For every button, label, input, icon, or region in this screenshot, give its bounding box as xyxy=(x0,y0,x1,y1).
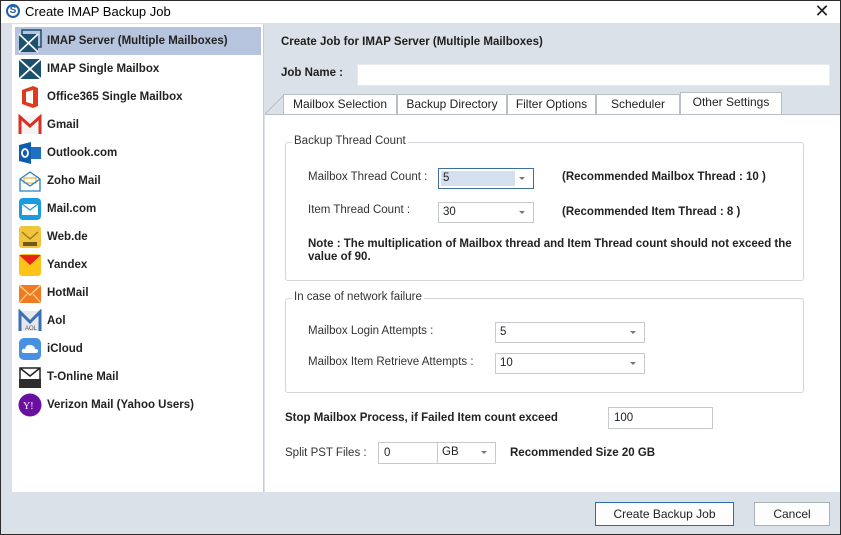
source-item-label: Office365 Single Mailbox xyxy=(47,91,183,103)
split-pst-recommendation: Recommended Size 20 GB xyxy=(510,447,656,459)
job-name-input[interactable] xyxy=(357,64,830,86)
source-item-label: Outlook.com xyxy=(47,147,118,159)
job-name-label: Job Name : xyxy=(281,67,343,79)
tab-bar: Mailbox Selection Backup Directory Filte… xyxy=(265,92,840,114)
source-list: IMAP Server (Multiple Mailboxes) IMAP Si… xyxy=(12,24,264,492)
mailbox-thread-label: Mailbox Thread Count : xyxy=(308,171,428,183)
source-item-label: IMAP Server (Multiple Mailboxes) xyxy=(47,35,228,47)
mail-com-icon xyxy=(18,197,42,221)
tab-mailbox-selection[interactable]: Mailbox Selection xyxy=(283,94,397,114)
split-pst-unit-value: GB xyxy=(442,446,459,458)
tab-other-settings[interactable]: Other Settings xyxy=(680,92,782,114)
group-legend: In case of network failure xyxy=(292,291,424,303)
chevron-down-icon xyxy=(519,177,525,180)
source-item-label: Aol xyxy=(47,315,66,327)
window-title: Create IMAP Backup Job xyxy=(25,4,171,19)
verizon-yahoo-icon: Y! xyxy=(18,393,42,417)
source-item-t-online[interactable]: T-Online Mail xyxy=(15,363,261,391)
retrieve-attempts-label: Mailbox Item Retrieve Attempts : xyxy=(308,356,474,368)
split-pst-label: Split PST Files : xyxy=(285,447,367,459)
source-item-label: T-Online Mail xyxy=(47,371,119,383)
source-item-aol[interactable]: AOL Aol xyxy=(15,307,261,335)
source-item-label: HotMail xyxy=(47,287,89,299)
selection-highlight xyxy=(441,171,515,186)
thread-note-line2: value of 90. xyxy=(308,251,371,263)
zoho-mail-icon xyxy=(18,169,42,193)
source-item-label: IMAP Single Mailbox xyxy=(47,63,160,75)
job-settings-panel: Create Job for IMAP Server (Multiple Mai… xyxy=(265,24,840,492)
source-item-label: Gmail xyxy=(47,119,79,131)
chevron-down-icon xyxy=(630,362,636,365)
web-de-icon xyxy=(18,225,42,249)
source-item-zoho[interactable]: Zoho Mail xyxy=(15,167,261,195)
chevron-down-icon xyxy=(630,331,636,334)
svg-text:Y!: Y! xyxy=(23,401,34,412)
source-item-icloud[interactable]: iCloud xyxy=(15,335,261,363)
other-settings-panel: Backup Thread Count Mailbox Thread Count… xyxy=(265,114,840,492)
chevron-down-icon xyxy=(519,211,525,214)
source-item-gmail[interactable]: Gmail xyxy=(15,111,261,139)
chevron-down-icon xyxy=(481,451,487,454)
split-pst-size-input[interactable] xyxy=(378,442,438,464)
login-attempts-select[interactable]: 5 xyxy=(495,322,645,343)
source-item-web-de[interactable]: Web.de xyxy=(15,223,261,251)
source-item-office365[interactable]: Office365 Single Mailbox xyxy=(15,83,261,111)
login-attempts-label: Mailbox Login Attempts : xyxy=(308,325,434,337)
source-item-outlook[interactable]: Outlook.com xyxy=(15,139,261,167)
thread-note-line1: Note : The multiplication of Mailbox thr… xyxy=(308,238,792,250)
source-item-label: Zoho Mail xyxy=(47,175,101,187)
group-legend: Backup Thread Count xyxy=(292,135,408,147)
item-thread-label: Item Thread Count : xyxy=(308,204,411,216)
source-item-yandex[interactable]: Yandex xyxy=(15,251,261,279)
mailbox-thread-select[interactable]: 5 xyxy=(438,168,534,189)
tab-backup-directory[interactable]: Backup Directory xyxy=(397,94,507,114)
hotmail-icon xyxy=(18,281,42,305)
office365-icon xyxy=(18,85,42,109)
panel-title: Create Job for IMAP Server (Multiple Mai… xyxy=(281,36,543,48)
tab-filter-options[interactable]: Filter Options xyxy=(507,94,596,114)
t-online-icon xyxy=(18,365,42,389)
gmail-icon xyxy=(18,113,42,137)
source-item-label: Yandex xyxy=(47,259,88,271)
aol-icon: AOL xyxy=(18,309,42,333)
source-item-label: Mail.com xyxy=(47,203,97,215)
yandex-icon xyxy=(18,253,42,277)
source-item-label: Web.de xyxy=(47,231,88,243)
retrieve-attempts-select[interactable]: 10 xyxy=(495,353,645,374)
svg-text:AOL: AOL xyxy=(25,326,38,332)
create-backup-job-button[interactable]: Create Backup Job xyxy=(595,502,734,526)
mailbox-thread-value: 5 xyxy=(443,172,450,184)
close-button[interactable]: ✕ xyxy=(810,1,834,23)
source-item-imap-multiple[interactable]: IMAP Server (Multiple Mailboxes) xyxy=(15,27,261,55)
backup-thread-count-group: Backup Thread Count Mailbox Thread Count… xyxy=(285,135,804,281)
item-thread-select[interactable]: 30 xyxy=(438,202,534,223)
retrieve-attempts-value: 10 xyxy=(500,357,513,369)
app-logo-icon: S xyxy=(6,4,20,18)
source-item-label: Verizon Mail (Yahoo Users) xyxy=(47,399,194,411)
icloud-icon xyxy=(18,337,42,361)
split-pst-unit-select[interactable]: GB xyxy=(437,442,496,464)
source-item-imap-single[interactable]: IMAP Single Mailbox xyxy=(15,55,261,83)
imap-multiple-icon xyxy=(18,29,42,53)
outlook-icon xyxy=(18,141,42,165)
create-imap-backup-job-window: S Create IMAP Backup Job ✕ IMAP Server (… xyxy=(0,0,841,535)
login-attempts-value: 5 xyxy=(500,326,507,338)
source-item-label: iCloud xyxy=(47,343,83,355)
stop-process-label: Stop Mailbox Process, if Failed Item cou… xyxy=(285,412,558,424)
item-thread-recommendation: (Recommended Item Thread : 8 ) xyxy=(562,206,741,218)
source-item-verizon-yahoo[interactable]: Y! Verizon Mail (Yahoo Users) xyxy=(15,391,261,419)
source-item-mail-com[interactable]: Mail.com xyxy=(15,195,261,223)
title-bar: S Create IMAP Backup Job ✕ xyxy=(1,1,840,23)
tab-scheduler[interactable]: Scheduler xyxy=(596,94,680,114)
failed-item-limit-input[interactable] xyxy=(608,407,713,429)
network-failure-group: In case of network failure Mailbox Login… xyxy=(285,291,804,393)
cancel-button[interactable]: Cancel xyxy=(754,502,830,526)
item-thread-value: 30 xyxy=(443,206,456,218)
imap-single-icon xyxy=(18,57,42,81)
source-item-hotmail[interactable]: HotMail xyxy=(15,279,261,307)
mailbox-thread-recommendation: (Recommended Mailbox Thread : 10 ) xyxy=(562,171,766,183)
